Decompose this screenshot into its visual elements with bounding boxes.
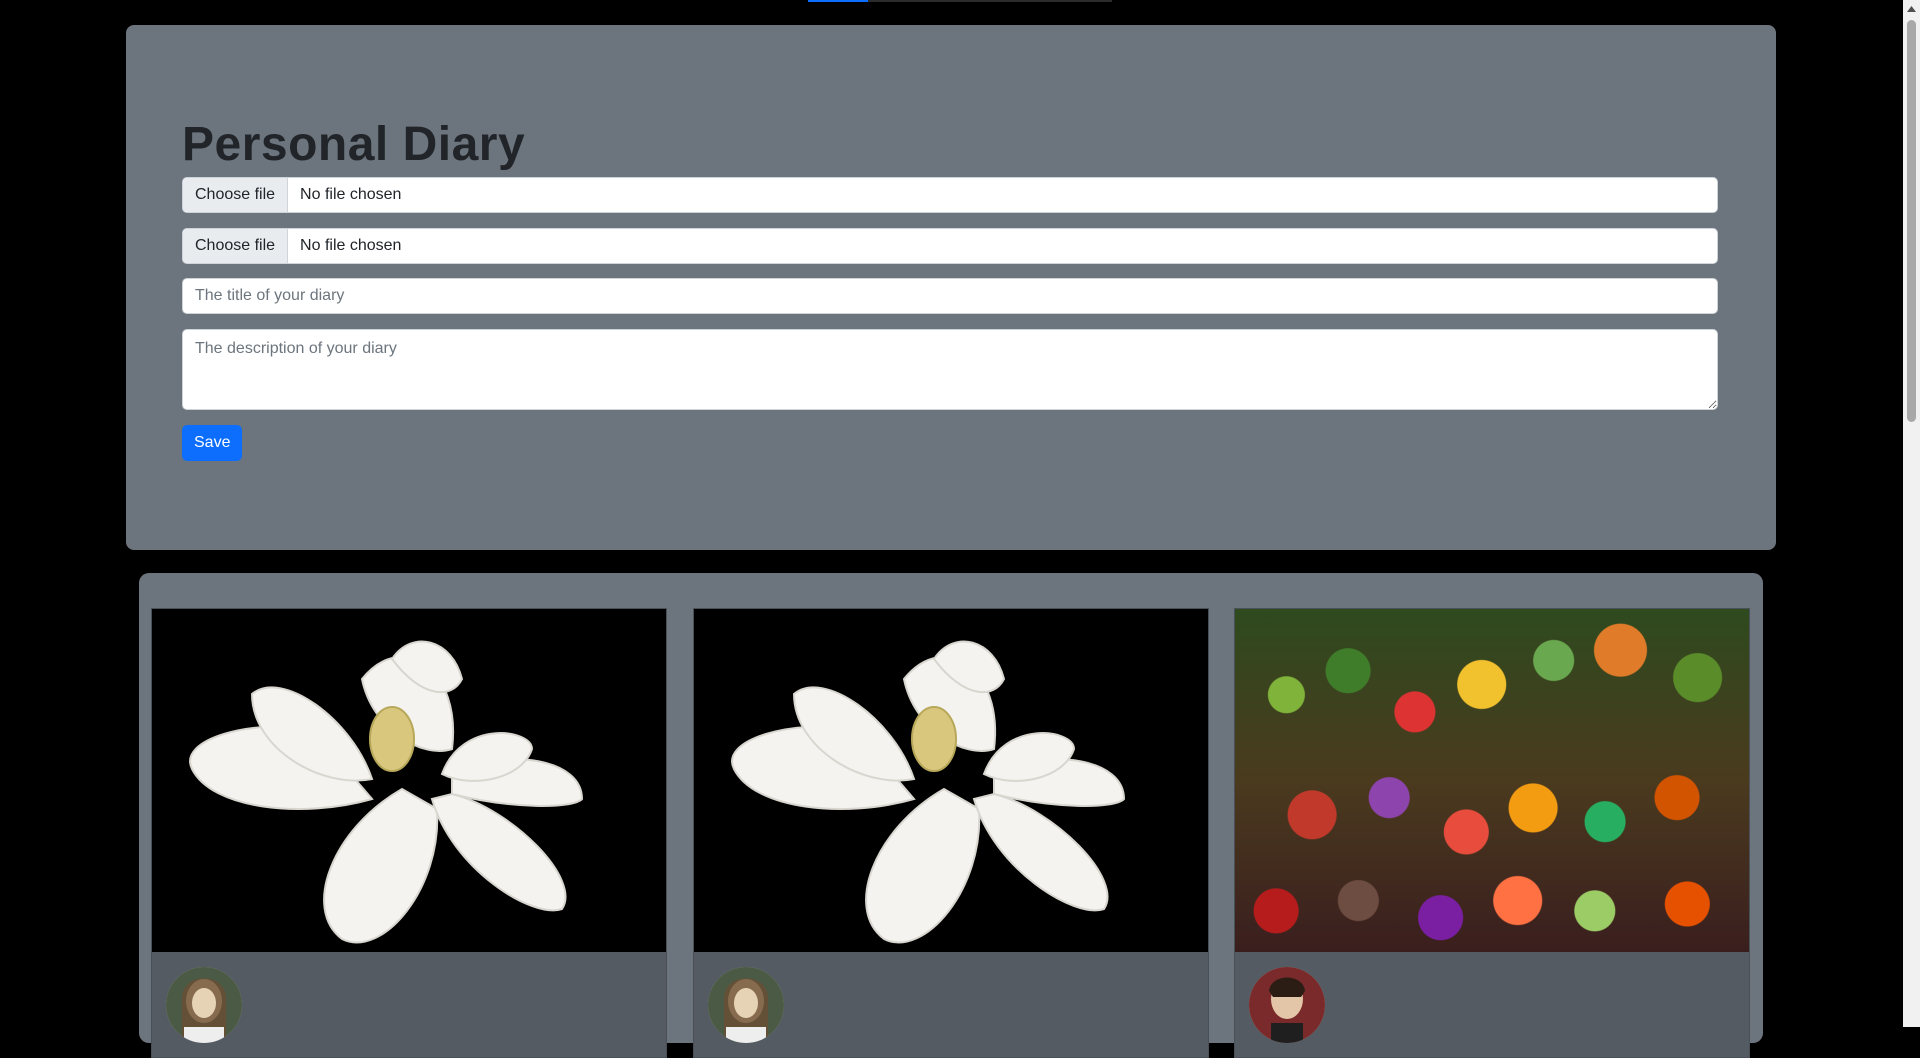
nav-bar-edge	[868, 0, 1112, 2]
magnolia-flower-image	[694, 609, 1208, 952]
scrollbar-thumb[interactable]	[1907, 20, 1916, 422]
diary-gallery	[139, 573, 1763, 1058]
diary-form-panel: Personal Diary Choose file No file chose…	[126, 25, 1776, 550]
vertical-scrollbar[interactable]	[1903, 0, 1920, 1027]
scroll-up-arrow-icon[interactable]	[1903, 0, 1920, 17]
choose-file-button[interactable]: Choose file	[183, 229, 289, 263]
diary-card[interactable]	[693, 608, 1209, 1058]
diary-title-input[interactable]	[182, 278, 1718, 314]
save-button[interactable]: Save	[182, 425, 243, 461]
nav-active-indicator	[808, 0, 868, 2]
image-file-input[interactable]: Choose file No file chosen	[182, 177, 1718, 213]
user-avatar[interactable]	[1249, 967, 1325, 1043]
diary-card[interactable]	[151, 608, 667, 1058]
avatar-file-input[interactable]: Choose file No file chosen	[182, 228, 1718, 264]
page-title: Personal Diary	[182, 118, 526, 171]
vegetable-market-image	[1235, 609, 1749, 952]
diary-description-textarea[interactable]	[182, 329, 1718, 410]
file-status-text: No file chosen	[300, 186, 402, 203]
diary-card[interactable]	[1234, 608, 1750, 1058]
user-avatar[interactable]	[708, 967, 784, 1043]
user-avatar[interactable]	[166, 967, 242, 1043]
magnolia-flower-image	[152, 609, 666, 952]
choose-file-button[interactable]: Choose file	[183, 178, 289, 212]
file-status-text: No file chosen	[300, 237, 402, 254]
